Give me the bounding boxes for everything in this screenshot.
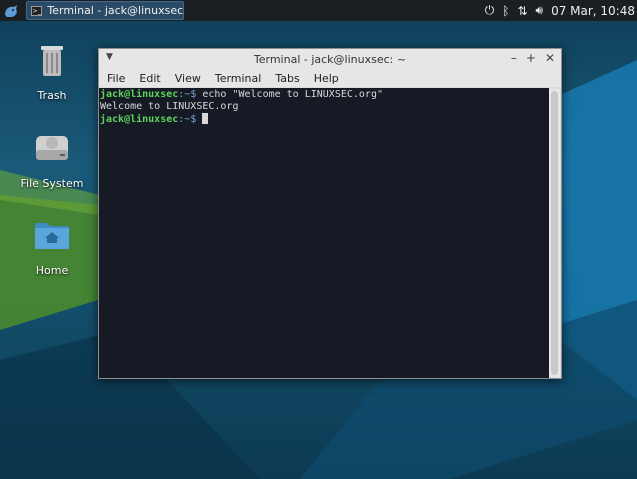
prompt-path: :~$ [178,114,197,125]
terminal-line: Welcome to LINUXSEC.org [100,101,548,113]
top-panel: >_ Terminal - jack@linuxsec: ~ ⏻ ᛒ ⇅ 🔊︎ … [0,0,637,21]
desktop-icon-file-system[interactable]: File System [17,128,87,190]
close-icon[interactable]: ✕ [545,51,555,65]
home-folder-icon [35,223,69,249]
window-title: Terminal - jack@linuxsec: ~ [253,52,407,66]
desktop-icon-label: File System [20,177,84,190]
terminal-output[interactable]: jack@linuxsec:~$ echo "Welcome to LINUXS… [99,88,549,378]
minimize-icon[interactable]: – [511,51,517,65]
desktop-icon-home[interactable]: Home [17,215,87,277]
scrollbar-thumb[interactable] [551,91,558,375]
terminal-icon: >_ [31,5,43,16]
taskbar-terminal-button[interactable]: >_ Terminal - jack@linuxsec: ~ [26,1,184,20]
prompt-user: jack@linuxsec [100,114,179,125]
menu-help[interactable]: Help [314,72,339,85]
desktop-icon-label: Home [35,264,69,277]
taskbar-item-label: Terminal - jack@linuxsec: ~ [47,4,184,17]
hard-drive-icon [36,136,68,160]
command-output: Welcome to LINUXSEC.org [100,101,239,112]
power-plug-icon[interactable]: ⏻ [485,3,495,18]
desktop-icon-label: Trash [37,89,67,102]
menu-bar: File Edit View Terminal Tabs Help [99,69,561,87]
prompt-user: jack@linuxsec [100,89,179,100]
terminal-line: jack@linuxsec:~$ [100,113,548,126]
volume-icon[interactable]: 🔊︎ [536,3,544,18]
bluetooth-icon[interactable]: ᛒ [502,4,509,18]
scrollbar[interactable] [549,89,560,377]
text-cursor [202,113,209,124]
menu-terminal[interactable]: Terminal [215,72,262,85]
desktop-icon-trash[interactable]: Trash [17,40,87,102]
menu-edit[interactable]: Edit [139,72,160,85]
window-menu-icon[interactable]: ▼ [106,52,113,62]
clock[interactable]: 07 Mar, 10:48 [551,4,635,18]
system-tray: ⏻ ᛒ ⇅ 🔊︎ 07 Mar, 10:48 [485,0,637,21]
whisker-menu-button[interactable] [0,0,22,21]
prompt-path: :~$ [178,89,197,100]
network-icon[interactable]: ⇅ [517,4,527,18]
maximize-icon[interactable]: + [526,51,536,65]
trash-icon [41,46,63,76]
window-titlebar[interactable]: ▼ Terminal - jack@linuxsec: ~ – + ✕ [99,49,561,69]
menu-view[interactable]: View [175,72,201,85]
xfce-mouse-icon [5,4,17,17]
menu-file[interactable]: File [107,72,125,85]
menu-tabs[interactable]: Tabs [275,72,299,85]
terminal-window: ▼ Terminal - jack@linuxsec: ~ – + ✕ File… [98,48,562,379]
command-text: echo "Welcome to LINUXSEC.org" [196,89,383,100]
terminal-line: jack@linuxsec:~$ echo "Welcome to LINUXS… [100,89,548,101]
